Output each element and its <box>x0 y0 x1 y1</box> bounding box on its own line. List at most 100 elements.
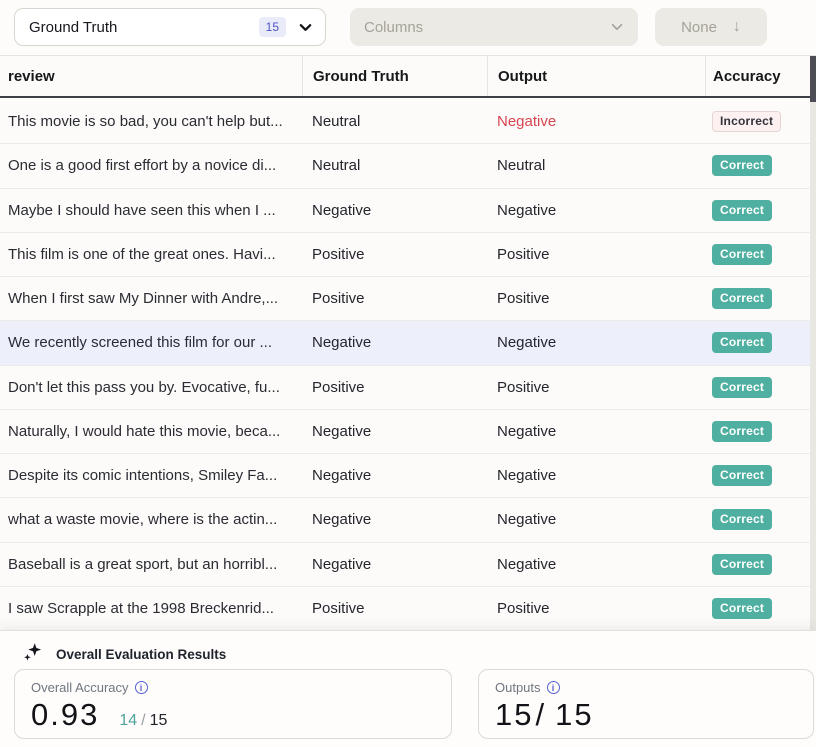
chevron-down-icon <box>610 20 624 34</box>
outputs-label: Outputs <box>495 680 541 695</box>
ground-truth-cell-text: Positive <box>312 379 365 396</box>
ground-truth-cell: Positive <box>302 600 487 617</box>
table-row[interactable]: Naturally, I would hate this movie, beca… <box>0 410 816 454</box>
output-cell: Negative <box>487 467 705 484</box>
output-cell-text: Positive <box>497 600 550 617</box>
ground-truth-cell-text: Positive <box>312 600 365 617</box>
ground-truth-select[interactable]: Ground Truth 15 <box>14 8 326 46</box>
row-count-badge: 15 <box>259 17 286 37</box>
review-cell-text: We recently screened this film for our .… <box>8 334 272 351</box>
table-row[interactable]: Don't let this pass you by. Evocative, f… <box>0 366 816 410</box>
column-header-output: Output <box>487 56 705 96</box>
output-cell-text: Negative <box>497 467 556 484</box>
review-cell: When I first saw My Dinner with Andre,..… <box>0 290 302 307</box>
table-row[interactable]: We recently screened this film for our .… <box>0 321 816 365</box>
accuracy-badge: Correct <box>712 155 772 176</box>
review-cell-text: One is a good first effort by a novice d… <box>8 157 276 174</box>
column-header-review: review <box>0 56 302 96</box>
sort-button[interactable]: None ↓ <box>655 8 767 46</box>
column-header-ground-truth: Ground Truth <box>302 56 487 96</box>
sparkles-icon <box>22 641 43 667</box>
output-cell-text: Negative <box>497 556 556 573</box>
review-cell-text: This film is one of the great ones. Havi… <box>8 246 276 263</box>
accuracy-cell: Correct <box>705 377 816 398</box>
ground-truth-cell: Negative <box>302 202 487 219</box>
review-cell: This film is one of the great ones. Havi… <box>0 246 302 263</box>
outputs-denominator: 15 <box>555 697 593 733</box>
chevron-down-icon <box>298 20 313 35</box>
table-row[interactable]: Baseball is a great sport, but an horrib… <box>0 543 816 587</box>
columns-select[interactable]: Columns <box>350 8 638 46</box>
output-cell: Negative <box>487 556 705 573</box>
outputs-slash: / <box>535 697 546 733</box>
accuracy-badge: Correct <box>712 200 772 221</box>
output-cell-text: Positive <box>497 246 550 263</box>
info-icon[interactable]: i <box>547 681 560 694</box>
accuracy-cell: Correct <box>705 288 816 309</box>
results-panel: Overall Evaluation Results Overall Accur… <box>0 630 816 747</box>
table-row[interactable]: This film is one of the great ones. Havi… <box>0 233 816 277</box>
ground-truth-cell-text: Negative <box>312 511 371 528</box>
table-row[interactable]: I saw Scrapple at the 1998 Breckenrid...… <box>0 587 816 631</box>
ground-truth-cell: Negative <box>302 334 487 351</box>
toolbar: Ground Truth 15 Columns None ↓ <box>0 0 816 56</box>
accuracy-cell: Correct <box>705 465 816 486</box>
output-cell: Negative <box>487 511 705 528</box>
table-row[interactable]: Despite its comic intentions, Smiley Fa.… <box>0 454 816 498</box>
accuracy-cell: Correct <box>705 155 816 176</box>
ground-truth-cell: Negative <box>302 556 487 573</box>
output-cell-text: Negative <box>497 202 556 219</box>
arrow-down-icon: ↓ <box>733 18 741 36</box>
review-cell-text: I saw Scrapple at the 1998 Breckenrid... <box>8 600 274 617</box>
outputs-card: Outputs i 15/15 <box>478 669 814 739</box>
results-title: Overall Evaluation Results <box>56 647 226 662</box>
review-cell: Maybe I should have seen this when I ... <box>0 202 302 219</box>
ground-truth-cell-text: Negative <box>312 467 371 484</box>
review-cell: We recently screened this film for our .… <box>0 334 302 351</box>
ground-truth-cell: Positive <box>302 290 487 307</box>
review-cell-text: what a waste movie, where is the actin..… <box>8 511 277 528</box>
output-cell: Positive <box>487 246 705 263</box>
accuracy-badge: Correct <box>712 377 772 398</box>
review-cell: Baseball is a great sport, but an horrib… <box>0 556 302 573</box>
output-cell: Negative <box>487 423 705 440</box>
review-cell: Don't let this pass you by. Evocative, f… <box>0 379 302 396</box>
table-row[interactable]: what a waste movie, where is the actin..… <box>0 498 816 542</box>
output-cell-text: Positive <box>497 379 550 396</box>
accuracy-cell: Incorrect <box>705 111 816 132</box>
review-cell-text: Baseball is a great sport, but an horrib… <box>8 556 277 573</box>
sort-button-label: None <box>681 19 717 36</box>
accuracy-fraction-slash: / <box>141 712 145 729</box>
overall-accuracy-card: Overall Accuracy i 0.93 14/15 <box>14 669 452 739</box>
accuracy-cell: Correct <box>705 200 816 221</box>
ground-truth-cell: Positive <box>302 379 487 396</box>
outputs-numerator: 15 <box>495 697 533 733</box>
accuracy-fraction: 14/15 <box>119 712 167 730</box>
ground-truth-cell-text: Positive <box>312 290 365 307</box>
table-row[interactable]: One is a good first effort by a novice d… <box>0 144 816 188</box>
table-row[interactable]: Maybe I should have seen this when I ...… <box>0 189 816 233</box>
output-cell: Positive <box>487 600 705 617</box>
table-row[interactable]: When I first saw My Dinner with Andre,..… <box>0 277 816 321</box>
table-row[interactable]: This movie is so bad, you can't help but… <box>0 100 816 144</box>
review-cell: I saw Scrapple at the 1998 Breckenrid... <box>0 600 302 617</box>
review-cell: Despite its comic intentions, Smiley Fa.… <box>0 467 302 484</box>
accuracy-fraction-numerator: 14 <box>119 712 137 729</box>
ground-truth-cell: Negative <box>302 423 487 440</box>
scrollbar[interactable] <box>810 56 816 630</box>
columns-select-placeholder: Columns <box>364 19 423 36</box>
ground-truth-cell-text: Neutral <box>312 157 360 174</box>
accuracy-badge: Correct <box>712 421 772 442</box>
ground-truth-cell-text: Negative <box>312 202 371 219</box>
review-cell: Naturally, I would hate this movie, beca… <box>0 423 302 440</box>
accuracy-badge: Correct <box>712 554 772 575</box>
output-cell: Negative <box>487 113 705 130</box>
accuracy-badge: Correct <box>712 598 772 619</box>
scrollbar-thumb[interactable] <box>810 56 816 102</box>
output-cell: Positive <box>487 379 705 396</box>
review-cell-text: Don't let this pass you by. Evocative, f… <box>8 379 280 396</box>
review-cell-text: Despite its comic intentions, Smiley Fa.… <box>8 467 277 484</box>
ground-truth-select-label: Ground Truth <box>29 19 117 36</box>
info-icon[interactable]: i <box>135 681 148 694</box>
overall-accuracy-label: Overall Accuracy <box>31 680 129 695</box>
